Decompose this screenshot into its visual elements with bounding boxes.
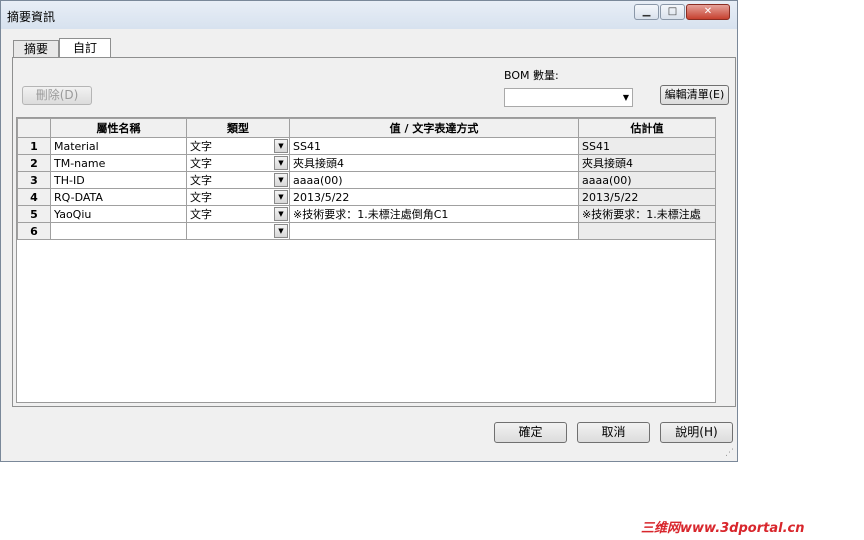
select-all-cell[interactable] <box>17 118 51 138</box>
watermark: 三维网www.3dportal.cn <box>641 521 805 536</box>
minimize-button[interactable]: ▁ <box>634 4 659 20</box>
type-cell[interactable]: ▼ <box>186 222 290 240</box>
chevron-down-icon: ▼ <box>622 93 629 102</box>
value-cell[interactable]: 2013/5/22 <box>289 188 579 206</box>
table-row: 6 ▼ <box>17 222 716 240</box>
maximize-button[interactable]: □ <box>660 4 685 20</box>
table-row: 2 TM-name 文字 ▼ 夾具接頭4 夾具接頭4 <box>17 154 716 172</box>
close-icon: ✕ <box>703 6 713 17</box>
window-title: 摘要資訊 <box>7 10 56 24</box>
estimate-cell: 夾具接頭4 <box>578 154 716 172</box>
dropdown-arrow-icon[interactable]: ▼ <box>274 139 288 153</box>
table-row: 1 Material 文字 ▼ SS41 SS41 <box>17 137 716 155</box>
property-name-cell[interactable]: RQ-DATA <box>50 188 187 206</box>
row-number[interactable]: 6 <box>17 222 51 240</box>
help-button[interactable]: 說明(H) <box>660 422 733 443</box>
value-cell[interactable]: SS41 <box>289 137 579 155</box>
resize-grip-icon[interactable]: ⋰ <box>725 448 734 458</box>
minimize-icon: ▁ <box>642 6 651 17</box>
type-cell[interactable]: 文字 ▼ <box>186 137 290 155</box>
type-value: 文字 <box>190 174 212 187</box>
properties-grid: 屬性名稱 類型 值 / 文字表達方式 估計值 1 Material 文字 ▼ SS… <box>16 117 716 403</box>
dropdown-arrow-icon[interactable]: ▼ <box>274 224 288 238</box>
estimate-cell: ※技術要求：1.未標注處 <box>578 205 716 223</box>
value-cell[interactable]: aaaa(00) <box>289 171 579 189</box>
dropdown-arrow-icon[interactable]: ▼ <box>274 207 288 221</box>
type-value: 文字 <box>190 208 212 221</box>
column-header-value[interactable]: 值 / 文字表達方式 <box>289 118 579 138</box>
property-name-cell[interactable]: TH-ID <box>50 171 187 189</box>
column-header-type[interactable]: 類型 <box>186 118 290 138</box>
tab-custom[interactable]: 自訂 <box>59 38 111 58</box>
type-value: 文字 <box>190 140 212 153</box>
edit-list-button[interactable]: 編輯清單(E) <box>660 85 729 105</box>
dropdown-arrow-icon[interactable]: ▼ <box>274 190 288 204</box>
row-number[interactable]: 4 <box>17 188 51 206</box>
value-cell[interactable]: ※技術要求：1.未標注處倒角C1 <box>289 205 579 223</box>
table-row: 3 TH-ID 文字 ▼ aaaa(00) aaaa(00) <box>17 171 716 189</box>
type-cell[interactable]: 文字 ▼ <box>186 154 290 172</box>
estimate-cell: aaaa(00) <box>578 171 716 189</box>
column-header-estimate[interactable]: 估計值 <box>578 118 716 138</box>
row-number[interactable]: 5 <box>17 205 51 223</box>
close-button[interactable]: ✕ <box>686 4 730 20</box>
property-name-cell[interactable]: TM-name <box>50 154 187 172</box>
tab-summary[interactable]: 摘要 <box>13 40 59 57</box>
value-cell[interactable] <box>289 222 579 240</box>
maximize-icon: □ <box>667 6 678 17</box>
estimate-cell: SS41 <box>578 137 716 155</box>
property-name-cell[interactable]: Material <box>50 137 187 155</box>
estimate-cell: 2013/5/22 <box>578 188 716 206</box>
type-cell[interactable]: 文字 ▼ <box>186 205 290 223</box>
type-value: 文字 <box>190 191 212 204</box>
title-bar[interactable]: 摘要資訊 ▁ □ ✕ <box>1 1 737 29</box>
cancel-button[interactable]: 取消 <box>577 422 650 443</box>
value-cell[interactable]: 夾具接頭4 <box>289 154 579 172</box>
property-name-cell[interactable]: YaoQiu <box>50 205 187 223</box>
bom-quantity-label: BOM 數量: <box>504 69 559 82</box>
row-number[interactable]: 3 <box>17 171 51 189</box>
column-header-property-name[interactable]: 屬性名稱 <box>50 118 187 138</box>
table-row: 5 YaoQiu 文字 ▼ ※技術要求：1.未標注處倒角C1 ※技術要求：1.未標… <box>17 205 716 223</box>
dropdown-arrow-icon[interactable]: ▼ <box>274 173 288 187</box>
summary-info-dialog: 摘要資訊 ▁ □ ✕ 摘要 自訂 刪除(D) BOM 數量: ▼ 編輯清單(E)… <box>0 0 738 462</box>
row-number[interactable]: 2 <box>17 154 51 172</box>
property-name-cell[interactable] <box>50 222 187 240</box>
dropdown-arrow-icon[interactable]: ▼ <box>274 156 288 170</box>
row-number[interactable]: 1 <box>17 137 51 155</box>
ok-button[interactable]: 確定 <box>494 422 567 443</box>
type-cell[interactable]: 文字 ▼ <box>186 171 290 189</box>
type-cell[interactable]: 文字 ▼ <box>186 188 290 206</box>
grid-header-row: 屬性名稱 類型 值 / 文字表達方式 估計值 <box>17 118 716 138</box>
bom-quantity-select[interactable]: ▼ <box>504 88 633 107</box>
delete-button[interactable]: 刪除(D) <box>22 86 92 105</box>
estimate-cell <box>578 222 716 240</box>
type-value: 文字 <box>190 157 212 170</box>
table-row: 4 RQ-DATA 文字 ▼ 2013/5/22 2013/5/22 <box>17 188 716 206</box>
